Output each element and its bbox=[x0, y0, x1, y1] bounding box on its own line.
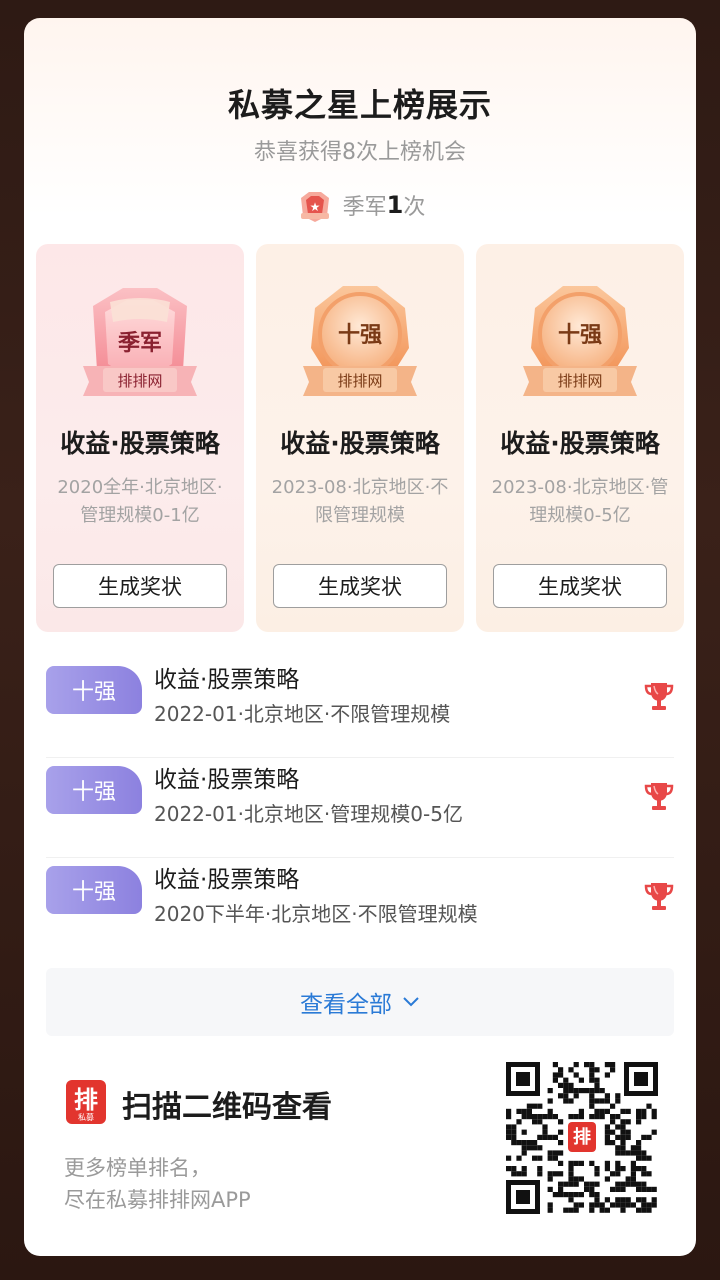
badge-title: 收益·股票策略 bbox=[60, 429, 220, 458]
item-title: 收益·股票策略 bbox=[154, 767, 300, 793]
trophy-icon bbox=[644, 883, 674, 910]
chevron-down-icon bbox=[403, 997, 419, 1007]
trophy-icon bbox=[644, 783, 674, 810]
generate-certificate-button[interactable]: 生成奖状 bbox=[273, 564, 447, 608]
badge-card: 十强 排排网 收益·股票策略 2023-08·北京地区·管理规模0-5亿 生成奖… bbox=[476, 244, 684, 632]
badge-title: 收益·股票策略 bbox=[500, 429, 660, 458]
list-item[interactable]: 十强 收益·股票策略 2022-01·北京地区·管理规模0-5亿 bbox=[46, 758, 674, 858]
generate-certificate-button[interactable]: 生成奖状 bbox=[493, 564, 667, 608]
view-all-button[interactable]: 查看全部 bbox=[46, 968, 674, 1036]
page-subtitle: 恭喜获得8次上榜机会 bbox=[254, 140, 466, 165]
badge-card: 十强 排排网 收益·股票策略 2023-08·北京地区·不限管理规模 生成奖状 bbox=[256, 244, 464, 632]
rank-tag: 十强 bbox=[46, 666, 142, 714]
badge-card: 季军 排排网 收益·股票策略 2020全年·北京地区·管理规模0-1亿 生成奖状 bbox=[36, 244, 244, 632]
badge-rank: 季军 bbox=[118, 331, 162, 356]
badge-desc: 2023-08·北京地区·管理规模0-5亿 bbox=[491, 477, 669, 526]
top-ten-medal-icon: 十强 排排网 bbox=[303, 286, 417, 396]
rank-tag: 十强 bbox=[46, 866, 142, 914]
view-all-label: 查看全部 bbox=[300, 992, 392, 1018]
season-summary: ★ 季军 1 次 bbox=[24, 186, 696, 224]
badge-rank: 十强 bbox=[338, 323, 382, 348]
bronze-medal-icon: 季军 排排网 bbox=[83, 288, 197, 396]
svg-text:私募: 私募 bbox=[78, 1112, 94, 1122]
item-desc: 2022-01·北京地区·管理规模0-5亿 bbox=[154, 802, 463, 826]
badge-grid: 季军 排排网 收益·股票策略 2020全年·北京地区·管理规模0-1亿 生成奖状 bbox=[36, 244, 684, 632]
svg-text:排: 排 bbox=[573, 1126, 591, 1148]
qr-code: 排 bbox=[502, 1058, 662, 1218]
top-ten-medal-icon: 十强 排排网 bbox=[523, 286, 637, 396]
medal-icon: ★ bbox=[300, 192, 329, 222]
footer-title: 扫描二维码查看 bbox=[122, 1090, 332, 1125]
rank-tag: 十强 bbox=[46, 766, 142, 814]
svg-text:排: 排 bbox=[74, 1086, 98, 1114]
list-item[interactable]: 十强 收益·股票策略 2020下半年·北京地区·不限管理规模 bbox=[46, 858, 674, 958]
award-card: 私募之星上榜展示 恭喜获得8次上榜机会 ★ 季军 1 次 季军 排排网 收益·股… bbox=[24, 18, 696, 1256]
item-desc: 2020下半年·北京地区·不限管理规模 bbox=[154, 902, 478, 926]
season-count: 1 bbox=[386, 191, 404, 219]
item-desc: 2022-01·北京地区·不限管理规模 bbox=[154, 702, 451, 726]
badge-rank: 十强 bbox=[558, 323, 602, 348]
footer-desc-line: 尽在私募排排网APP bbox=[64, 1188, 251, 1212]
page-title: 私募之星上榜展示 bbox=[227, 86, 492, 124]
badge-desc: 2020全年·北京地区·管理规模0-1亿 bbox=[57, 477, 223, 526]
app-logo-icon: 排 私募 bbox=[66, 1080, 106, 1124]
badge-brand: 排排网 bbox=[337, 372, 382, 390]
season-unit: 次 bbox=[403, 195, 426, 220]
ranking-list: 十强 收益·股票策略 2022-01·北京地区·不限管理规模 十强 收益·股票策… bbox=[46, 658, 674, 958]
footer-desc: 更多榜单排名， 尽在私募排排网APP bbox=[64, 1152, 251, 1216]
generate-certificate-button[interactable]: 生成奖状 bbox=[53, 564, 227, 608]
badge-brand: 排排网 bbox=[557, 372, 602, 390]
badge-title: 收益·股票策略 bbox=[280, 429, 440, 458]
season-label: 季军 bbox=[342, 195, 387, 220]
trophy-icon bbox=[644, 683, 674, 710]
badge-brand: 排排网 bbox=[117, 372, 162, 390]
badge-desc: 2023-08·北京地区·不限管理规模 bbox=[271, 477, 449, 526]
svg-text:★: ★ bbox=[309, 200, 320, 214]
item-title: 收益·股票策略 bbox=[154, 867, 300, 893]
item-title: 收益·股票策略 bbox=[154, 667, 300, 693]
list-item[interactable]: 十强 收益·股票策略 2022-01·北京地区·不限管理规模 bbox=[46, 658, 674, 758]
footer-desc-line: 更多榜单排名， bbox=[64, 1156, 211, 1180]
